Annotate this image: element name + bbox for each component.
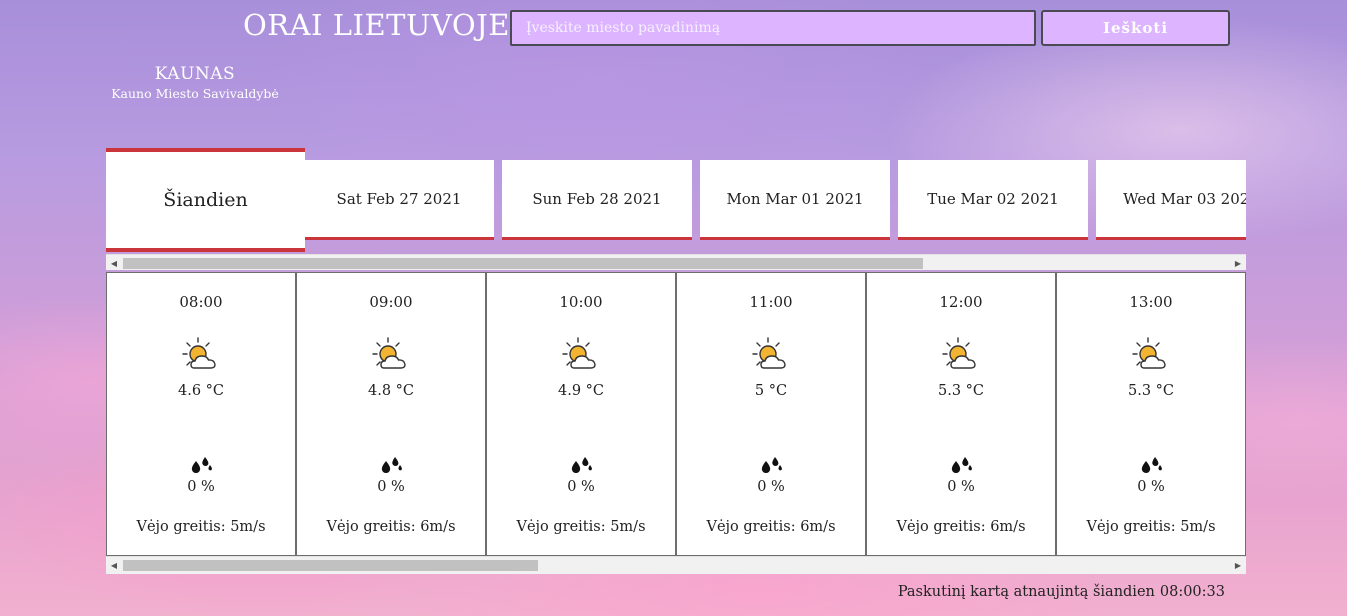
tab-label: Sun Feb 28 2021 bbox=[532, 189, 662, 208]
hour-time: 13:00 bbox=[1129, 293, 1173, 311]
scroll-right-icon[interactable]: ▶ bbox=[1230, 557, 1246, 573]
partly-cloudy-icon bbox=[1057, 335, 1245, 375]
hour-temperature: 5.3 °C bbox=[937, 383, 984, 399]
scroll-right-icon[interactable]: ▶ bbox=[1230, 255, 1246, 271]
hour-precipitation: 0 % bbox=[947, 479, 975, 495]
hour-temperature: 4.6 °C bbox=[177, 383, 224, 399]
city-name: KAUNAS bbox=[154, 64, 236, 84]
hour-card: 11:00 5 °C 0 % Vėjo greitis: 6m/s bbox=[676, 272, 866, 556]
hour-time: 11:00 bbox=[749, 293, 793, 311]
raindrops-icon bbox=[297, 456, 485, 474]
hour-time: 12:00 bbox=[939, 293, 983, 311]
tab-label: Wed Mar 03 2021 bbox=[1123, 189, 1246, 208]
partly-cloudy-icon bbox=[297, 335, 485, 375]
tab-label: Tue Mar 02 2021 bbox=[927, 189, 1059, 208]
partly-cloudy-icon bbox=[487, 335, 675, 375]
partly-cloudy-icon bbox=[107, 335, 295, 375]
tab-day[interactable]: Mon Mar 01 2021 bbox=[700, 160, 890, 240]
hour-precipitation: 0 % bbox=[567, 479, 595, 495]
scroll-left-icon[interactable]: ◀ bbox=[106, 557, 122, 573]
page-title: ORAI LIETUVOJE bbox=[243, 8, 510, 42]
hour-temperature: 4.9 °C bbox=[557, 383, 604, 399]
search-button[interactable]: Ieškoti bbox=[1041, 10, 1230, 46]
raindrops-icon bbox=[1057, 456, 1245, 474]
hour-temperature: 5 °C bbox=[754, 383, 788, 399]
hour-temperature: 5.3 °C bbox=[1127, 383, 1174, 399]
tab-label: Sat Feb 27 2021 bbox=[336, 189, 462, 208]
last-updated-label: Paskutinį kartą atnaujintą šiandien bbox=[897, 584, 1155, 600]
hour-time: 10:00 bbox=[559, 293, 603, 311]
hour-wind: Vėjo greitis: 5m/s bbox=[1086, 519, 1216, 535]
tab-day[interactable]: Wed Mar 03 2021 bbox=[1096, 160, 1246, 240]
raindrops-icon bbox=[677, 456, 865, 474]
hourly-forecast-scroller: 08:00 4.6 °C 0 % Vėjo greitis: 5m/s 09:0… bbox=[106, 272, 1246, 574]
day-tabs: Šiandien Sat Feb 27 2021 Sun Feb 28 2021… bbox=[106, 146, 1246, 254]
last-updated-time: 08:00:33 bbox=[1159, 584, 1225, 600]
tab-today[interactable]: Šiandien bbox=[106, 148, 305, 252]
hour-temperature: 4.8 °C bbox=[367, 383, 414, 399]
tab-label: Šiandien bbox=[163, 189, 248, 211]
hour-wind: Vėjo greitis: 5m/s bbox=[516, 519, 646, 535]
tab-label: Mon Mar 01 2021 bbox=[726, 189, 864, 208]
hour-time: 09:00 bbox=[369, 293, 413, 311]
partly-cloudy-icon bbox=[867, 335, 1055, 375]
hour-card: 12:00 5.3 °C 0 % Vėjo greitis: 6m/s bbox=[866, 272, 1056, 556]
hour-wind: Vėjo greitis: 5m/s bbox=[136, 519, 266, 535]
tab-day[interactable]: Sun Feb 28 2021 bbox=[502, 160, 692, 240]
hours-scrollbar[interactable]: ◀ ▶ bbox=[106, 556, 1246, 572]
hour-wind: Vėjo greitis: 6m/s bbox=[326, 519, 456, 535]
hour-wind: Vėjo greitis: 6m/s bbox=[706, 519, 836, 535]
hour-time: 08:00 bbox=[179, 293, 223, 311]
location-block: KAUNAS Kauno Miesto Savivaldybė bbox=[90, 64, 300, 101]
hour-precipitation: 0 % bbox=[377, 479, 405, 495]
raindrops-icon bbox=[867, 456, 1055, 474]
hour-precipitation: 0 % bbox=[1137, 479, 1165, 495]
hour-precipitation: 0 % bbox=[757, 479, 785, 495]
region-name: Kauno Miesto Savivaldybė bbox=[111, 86, 279, 101]
tab-day[interactable]: Sat Feb 27 2021 bbox=[304, 160, 494, 240]
tab-day[interactable]: Tue Mar 02 2021 bbox=[898, 160, 1088, 240]
last-updated: Paskutinį kartą atnaujintą šiandien 08:00… bbox=[898, 584, 1230, 600]
hour-precipitation: 0 % bbox=[187, 479, 215, 495]
partly-cloudy-icon bbox=[677, 335, 865, 375]
hourly-forecast: 08:00 4.6 °C 0 % Vėjo greitis: 5m/s 09:0… bbox=[106, 272, 1246, 556]
scroll-thumb[interactable] bbox=[123, 258, 923, 269]
hour-wind: Vėjo greitis: 6m/s bbox=[896, 519, 1026, 535]
city-search-input[interactable] bbox=[510, 10, 1036, 46]
raindrops-icon bbox=[487, 456, 675, 474]
scroll-left-icon[interactable]: ◀ bbox=[106, 255, 122, 271]
scroll-thumb[interactable] bbox=[123, 560, 538, 571]
raindrops-icon bbox=[107, 456, 295, 474]
tabs-scrollbar[interactable]: ◀ ▶ bbox=[106, 254, 1246, 270]
hour-card: 08:00 4.6 °C 0 % Vėjo greitis: 5m/s bbox=[106, 272, 296, 556]
hour-card: 09:00 4.8 °C 0 % Vėjo greitis: 6m/s bbox=[296, 272, 486, 556]
hour-card: 13:00 5.3 °C 0 % Vėjo greitis: 5m/s bbox=[1056, 272, 1246, 556]
hour-card: 10:00 4.9 °C 0 % Vėjo greitis: 5m/s bbox=[486, 272, 676, 556]
day-tabs-scroller: Šiandien Sat Feb 27 2021 Sun Feb 28 2021… bbox=[106, 146, 1246, 272]
